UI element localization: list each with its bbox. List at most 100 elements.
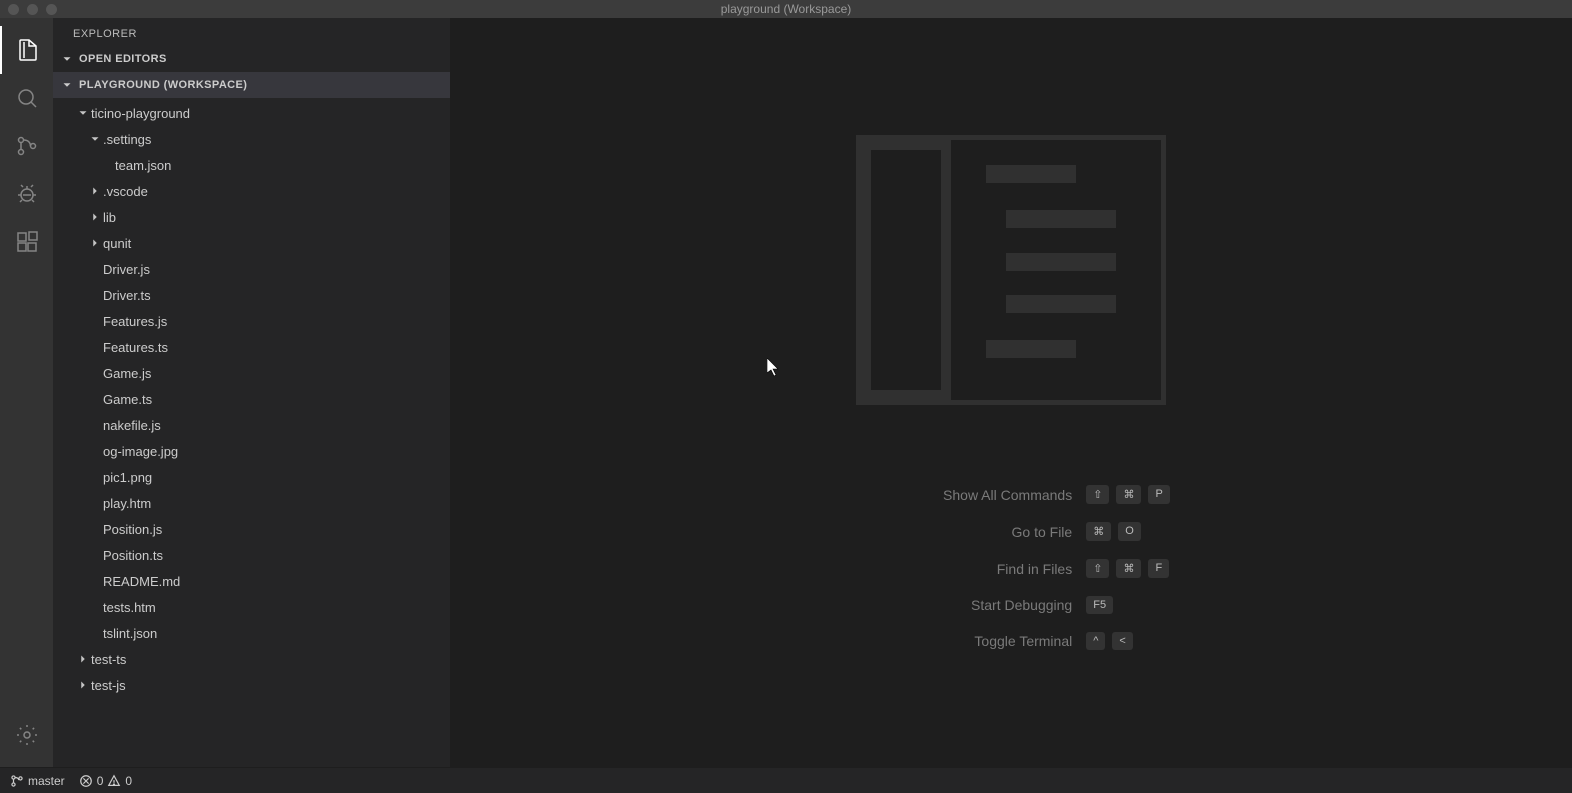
titlebar: playground (Workspace) bbox=[0, 0, 1572, 18]
tree-item-label: Driver.js bbox=[103, 262, 150, 277]
keycap: ⌘ bbox=[1116, 559, 1141, 578]
mouse-cursor-icon bbox=[767, 358, 781, 378]
tree-item-label: lib bbox=[103, 210, 116, 225]
spacer bbox=[99, 157, 115, 173]
activity-bar bbox=[0, 18, 53, 767]
spacer bbox=[87, 261, 103, 277]
folder-item[interactable]: lib bbox=[53, 204, 450, 230]
warning-count: 0 bbox=[125, 774, 132, 788]
file-item[interactable]: Driver.ts bbox=[53, 282, 450, 308]
chevron-right-icon bbox=[75, 651, 91, 667]
settings-gear-icon[interactable] bbox=[0, 711, 53, 759]
debug-icon[interactable] bbox=[0, 170, 53, 218]
close-window-icon[interactable] bbox=[8, 4, 19, 15]
spacer bbox=[87, 573, 103, 589]
file-item[interactable]: team.json bbox=[53, 152, 450, 178]
tree-item-label: team.json bbox=[115, 158, 171, 173]
spacer bbox=[87, 339, 103, 355]
open-editors-label: OPEN EDITORS bbox=[79, 53, 167, 65]
tree-item-label: README.md bbox=[103, 574, 180, 589]
spacer bbox=[87, 443, 103, 459]
branch-name: master bbox=[28, 774, 65, 788]
sidebar: EXPLORER OPEN EDITORS PLAYGROUND (WORKSP… bbox=[53, 18, 450, 767]
search-icon[interactable] bbox=[0, 74, 53, 122]
tree-item-label: og-image.jpg bbox=[103, 444, 178, 459]
error-icon bbox=[79, 774, 93, 788]
error-count: 0 bbox=[97, 774, 104, 788]
keycap: ⌘ bbox=[1086, 522, 1111, 541]
tree-item-label: Game.js bbox=[103, 366, 151, 381]
file-item[interactable]: play.htm bbox=[53, 490, 450, 516]
file-item[interactable]: tests.htm bbox=[53, 594, 450, 620]
watermark: Show All Commands⇧⌘PGo to File⌘OFind in … bbox=[852, 135, 1170, 650]
file-item[interactable]: og-image.jpg bbox=[53, 438, 450, 464]
keycap: ⇧ bbox=[1086, 559, 1109, 578]
welcome-row: Go to File⌘O bbox=[852, 522, 1170, 541]
file-item[interactable]: nakefile.js bbox=[53, 412, 450, 438]
window-title: playground (Workspace) bbox=[721, 2, 852, 16]
file-item[interactable]: Features.js bbox=[53, 308, 450, 334]
file-item[interactable]: Position.js bbox=[53, 516, 450, 542]
welcome-keys: F5 bbox=[1086, 596, 1113, 614]
file-item[interactable]: Game.js bbox=[53, 360, 450, 386]
spacer bbox=[87, 521, 103, 537]
tree-item-label: test-js bbox=[91, 678, 126, 693]
workspace-section[interactable]: PLAYGROUND (WORKSPACE) bbox=[53, 72, 450, 98]
folder-item[interactable]: test-ts bbox=[53, 646, 450, 672]
file-item[interactable]: Position.ts bbox=[53, 542, 450, 568]
tree-item-label: ticino-playground bbox=[91, 106, 190, 121]
keycap: O bbox=[1118, 522, 1141, 541]
folder-item[interactable]: qunit bbox=[53, 230, 450, 256]
tree-item-label: nakefile.js bbox=[103, 418, 161, 433]
file-item[interactable]: Game.ts bbox=[53, 386, 450, 412]
extensions-icon[interactable] bbox=[0, 218, 53, 266]
keycap: F bbox=[1148, 559, 1169, 578]
file-item[interactable]: Driver.js bbox=[53, 256, 450, 282]
tree-item-label: .settings bbox=[103, 132, 151, 147]
chevron-down-icon bbox=[59, 78, 75, 92]
folder-item[interactable]: ticino-playground bbox=[53, 100, 450, 126]
tree-item-label: Game.ts bbox=[103, 392, 152, 407]
tree-item-label: qunit bbox=[103, 236, 131, 251]
keycap: ^ bbox=[1086, 632, 1105, 650]
file-item[interactable]: Features.ts bbox=[53, 334, 450, 360]
minimize-window-icon[interactable] bbox=[27, 4, 38, 15]
keycap: P bbox=[1148, 485, 1169, 504]
welcome-row: Start DebuggingF5 bbox=[852, 596, 1170, 614]
welcome-keys: ⇧⌘P bbox=[1086, 485, 1170, 504]
sidebar-title: EXPLORER bbox=[53, 18, 450, 46]
file-item[interactable]: pic1.png bbox=[53, 464, 450, 490]
git-branch-icon bbox=[10, 774, 24, 788]
vscode-watermark-icon bbox=[856, 135, 1166, 405]
git-branch-status[interactable]: master bbox=[10, 774, 65, 788]
file-item[interactable]: tslint.json bbox=[53, 620, 450, 646]
chevron-down-icon bbox=[59, 52, 75, 66]
open-editors-section[interactable]: OPEN EDITORS bbox=[53, 46, 450, 72]
window-controls[interactable] bbox=[8, 4, 57, 15]
chevron-right-icon bbox=[87, 235, 103, 251]
file-tree[interactable]: ticino-playground .settings team.json .vsco… bbox=[53, 98, 450, 767]
tree-item-label: tslint.json bbox=[103, 626, 157, 641]
problems-status[interactable]: 0 0 bbox=[79, 774, 132, 788]
folder-item[interactable]: .vscode bbox=[53, 178, 450, 204]
welcome-actions: Show All Commands⇧⌘PGo to File⌘OFind in … bbox=[852, 485, 1170, 650]
tree-item-label: .vscode bbox=[103, 184, 148, 199]
spacer bbox=[87, 287, 103, 303]
folder-item[interactable]: test-js bbox=[53, 672, 450, 698]
welcome-keys: ⇧ ⌘ F bbox=[1086, 559, 1169, 578]
welcome-row: Find in Files⇧⌘F bbox=[852, 559, 1170, 578]
maximize-window-icon[interactable] bbox=[46, 4, 57, 15]
folder-item[interactable]: .settings bbox=[53, 126, 450, 152]
spacer bbox=[87, 391, 103, 407]
explorer-icon[interactable] bbox=[0, 26, 53, 74]
chevron-down-icon bbox=[87, 131, 103, 147]
source-control-icon[interactable] bbox=[0, 122, 53, 170]
tree-item-label: test-ts bbox=[91, 652, 126, 667]
warning-icon bbox=[107, 774, 121, 788]
chevron-right-icon bbox=[87, 209, 103, 225]
welcome-row: Show All Commands⇧⌘P bbox=[852, 485, 1170, 504]
spacer bbox=[87, 365, 103, 381]
spacer bbox=[87, 625, 103, 641]
spacer bbox=[87, 599, 103, 615]
file-item[interactable]: README.md bbox=[53, 568, 450, 594]
